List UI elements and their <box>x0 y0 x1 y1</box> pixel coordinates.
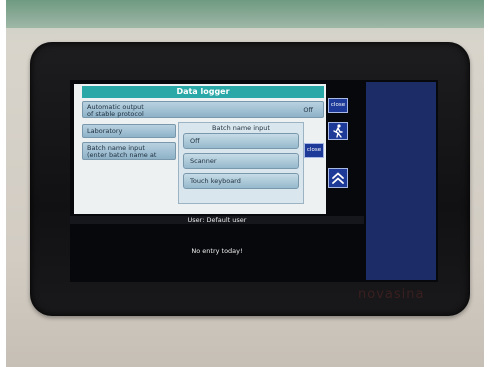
entry-message: No entry today! <box>191 247 243 255</box>
option-scanner[interactable]: Scanner <box>183 153 299 169</box>
scroll-up-button[interactable] <box>328 168 348 188</box>
batch-name-panel: Batch name input Off Scanner Touch keybo… <box>178 122 304 204</box>
automatic-output-label-line2: of stable protocol <box>87 110 144 118</box>
option-touch-keyboard[interactable]: Touch keyboard <box>183 173 299 189</box>
device-photo: Data logger Automatic output of stable p… <box>6 0 484 367</box>
batch-close-button[interactable]: close <box>304 143 324 158</box>
entry-area: No entry today! <box>70 225 364 280</box>
brand-logo: novasina <box>358 287 425 302</box>
laboratory-row[interactable]: Laboratory <box>82 124 176 138</box>
walking-person-icon <box>333 124 343 138</box>
batch-name-label-line2: (enter batch name at <box>87 151 157 159</box>
dialog-close-button[interactable]: close <box>328 98 348 113</box>
data-logger-dialog: Data logger Automatic output of stable p… <box>74 84 326 214</box>
side-panel <box>366 82 436 280</box>
option-off[interactable]: Off <box>183 133 299 149</box>
batch-name-input-row[interactable]: Batch name input (enter batch name at <box>82 142 176 160</box>
automatic-output-value: Off <box>303 106 313 114</box>
double-chevron-up-icon <box>332 172 344 184</box>
batch-panel-title: Batch name input <box>212 124 270 132</box>
device-housing-top <box>6 0 484 28</box>
user-status-bar: User: Default user <box>70 216 364 224</box>
laboratory-label: Laboratory <box>87 127 123 135</box>
touch-screen: Data logger Automatic output of stable p… <box>70 80 438 282</box>
dialog-title: Data logger <box>82 86 324 98</box>
automatic-output-row[interactable]: Automatic output of stable protocol Off <box>82 101 324 118</box>
walking-person-button[interactable] <box>328 122 348 140</box>
